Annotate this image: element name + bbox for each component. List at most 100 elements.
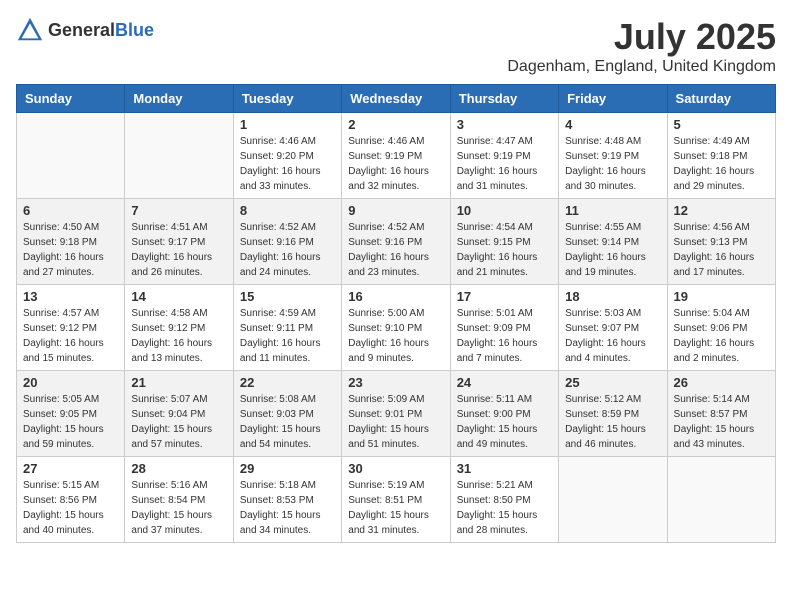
day-info: Sunrise: 5:03 AM Sunset: 9:07 PM Dayligh… bbox=[565, 306, 660, 366]
day-info: Sunrise: 4:54 AM Sunset: 9:15 PM Dayligh… bbox=[457, 220, 552, 280]
calendar-cell: 13 Sunrise: 4:57 AM Sunset: 9:12 PM Dayli… bbox=[17, 285, 125, 371]
day-number: 9 bbox=[348, 203, 443, 218]
day-number: 3 bbox=[457, 117, 552, 132]
day-number: 29 bbox=[240, 461, 335, 476]
week-row-3: 13 Sunrise: 4:57 AM Sunset: 9:12 PM Dayli… bbox=[17, 285, 776, 371]
day-info: Sunrise: 4:49 AM Sunset: 9:18 PM Dayligh… bbox=[674, 134, 769, 194]
week-row-5: 27 Sunrise: 5:15 AM Sunset: 8:56 PM Dayli… bbox=[17, 457, 776, 543]
day-number: 28 bbox=[131, 461, 226, 476]
day-number: 26 bbox=[674, 375, 769, 390]
month-title: July 2025 bbox=[507, 16, 776, 58]
day-info: Sunrise: 4:52 AM Sunset: 9:16 PM Dayligh… bbox=[348, 220, 443, 280]
day-info: Sunrise: 5:08 AM Sunset: 9:03 PM Dayligh… bbox=[240, 392, 335, 452]
calendar-cell: 29 Sunrise: 5:18 AM Sunset: 8:53 PM Dayli… bbox=[233, 457, 341, 543]
calendar-cell: 15Sunrise: 4:59 AM Sunset: 9:11 PM Dayli… bbox=[233, 285, 341, 371]
day-header-wednesday: Wednesday bbox=[342, 85, 450, 113]
day-header-sunday: Sunday bbox=[17, 85, 125, 113]
day-number: 2 bbox=[348, 117, 443, 132]
day-info: Sunrise: 4:56 AM Sunset: 9:13 PM Dayligh… bbox=[674, 220, 769, 280]
day-number: 8 bbox=[240, 203, 335, 218]
day-number: 25 bbox=[565, 375, 660, 390]
calendar-cell: 18 Sunrise: 5:03 AM Sunset: 9:07 PM Dayli… bbox=[559, 285, 667, 371]
day-number: 11 bbox=[565, 203, 660, 218]
day-info: Sunrise: 5:21 AM Sunset: 8:50 PM Dayligh… bbox=[457, 478, 552, 538]
calendar-cell: 28 Sunrise: 5:16 AM Sunset: 8:54 PM Dayli… bbox=[125, 457, 233, 543]
day-info: Sunrise: 4:46 AM Sunset: 9:20 PM Dayligh… bbox=[240, 134, 335, 194]
day-number: 13 bbox=[23, 289, 118, 304]
day-number: 18 bbox=[565, 289, 660, 304]
calendar-cell bbox=[17, 113, 125, 199]
day-number: 21 bbox=[131, 375, 226, 390]
day-number: 23 bbox=[348, 375, 443, 390]
calendar-cell: 4Sunrise: 4:48 AM Sunset: 9:19 PM Daylig… bbox=[559, 113, 667, 199]
calendar-cell: 16Sunrise: 5:00 AM Sunset: 9:10 PM Dayli… bbox=[342, 285, 450, 371]
day-info: Sunrise: 5:11 AM Sunset: 9:00 PM Dayligh… bbox=[457, 392, 552, 452]
calendar-cell: 11 Sunrise: 4:55 AM Sunset: 9:14 PM Dayli… bbox=[559, 199, 667, 285]
day-number: 22 bbox=[240, 375, 335, 390]
day-number: 5 bbox=[674, 117, 769, 132]
day-info: Sunrise: 4:50 AM Sunset: 9:18 PM Dayligh… bbox=[23, 220, 118, 280]
day-info: Sunrise: 4:52 AM Sunset: 9:16 PM Dayligh… bbox=[240, 220, 335, 280]
calendar-cell: 5 Sunrise: 4:49 AM Sunset: 9:18 PM Daylig… bbox=[667, 113, 775, 199]
week-row-2: 6Sunrise: 4:50 AM Sunset: 9:18 PM Daylig… bbox=[17, 199, 776, 285]
calendar-cell: 19 Sunrise: 5:04 AM Sunset: 9:06 PM Dayli… bbox=[667, 285, 775, 371]
calendar-cell: 2Sunrise: 4:46 AM Sunset: 9:19 PM Daylig… bbox=[342, 113, 450, 199]
day-info: Sunrise: 4:47 AM Sunset: 9:19 PM Dayligh… bbox=[457, 134, 552, 194]
day-number: 1 bbox=[240, 117, 335, 132]
calendar-cell: 20 Sunrise: 5:05 AM Sunset: 9:05 PM Dayli… bbox=[17, 371, 125, 457]
calendar-cell: 25 Sunrise: 5:12 AM Sunset: 8:59 PM Dayli… bbox=[559, 371, 667, 457]
day-info: Sunrise: 4:59 AM Sunset: 9:11 PM Dayligh… bbox=[240, 306, 335, 366]
day-info: Sunrise: 5:04 AM Sunset: 9:06 PM Dayligh… bbox=[674, 306, 769, 366]
calendar-cell bbox=[667, 457, 775, 543]
location-title: Dagenham, England, United Kingdom bbox=[507, 58, 776, 76]
day-number: 12 bbox=[674, 203, 769, 218]
day-number: 27 bbox=[23, 461, 118, 476]
day-info: Sunrise: 5:19 AM Sunset: 8:51 PM Dayligh… bbox=[348, 478, 443, 538]
day-info: Sunrise: 4:57 AM Sunset: 9:12 PM Dayligh… bbox=[23, 306, 118, 366]
calendar-cell: 30Sunrise: 5:19 AM Sunset: 8:51 PM Dayli… bbox=[342, 457, 450, 543]
day-info: Sunrise: 4:58 AM Sunset: 9:12 PM Dayligh… bbox=[131, 306, 226, 366]
title-area: July 2025 Dagenham, England, United King… bbox=[507, 16, 776, 76]
day-info: Sunrise: 5:05 AM Sunset: 9:05 PM Dayligh… bbox=[23, 392, 118, 452]
calendar-cell: 3 Sunrise: 4:47 AM Sunset: 9:19 PM Daylig… bbox=[450, 113, 558, 199]
day-number: 24 bbox=[457, 375, 552, 390]
calendar-cell: 31Sunrise: 5:21 AM Sunset: 8:50 PM Dayli… bbox=[450, 457, 558, 543]
calendar-cell bbox=[125, 113, 233, 199]
week-row-4: 20 Sunrise: 5:05 AM Sunset: 9:05 PM Dayli… bbox=[17, 371, 776, 457]
day-info: Sunrise: 5:18 AM Sunset: 8:53 PM Dayligh… bbox=[240, 478, 335, 538]
calendar-cell: 23Sunrise: 5:09 AM Sunset: 9:01 PM Dayli… bbox=[342, 371, 450, 457]
day-info: Sunrise: 4:51 AM Sunset: 9:17 PM Dayligh… bbox=[131, 220, 226, 280]
calendar-cell: 1 Sunrise: 4:46 AM Sunset: 9:20 PM Daylig… bbox=[233, 113, 341, 199]
calendar-cell: 22 Sunrise: 5:08 AM Sunset: 9:03 PM Dayli… bbox=[233, 371, 341, 457]
calendar-cell: 8 Sunrise: 4:52 AM Sunset: 9:16 PM Daylig… bbox=[233, 199, 341, 285]
day-number: 20 bbox=[23, 375, 118, 390]
day-number: 14 bbox=[131, 289, 226, 304]
calendar-cell: 21 Sunrise: 5:07 AM Sunset: 9:04 PM Dayli… bbox=[125, 371, 233, 457]
calendar-cell: 6Sunrise: 4:50 AM Sunset: 9:18 PM Daylig… bbox=[17, 199, 125, 285]
day-info: Sunrise: 5:12 AM Sunset: 8:59 PM Dayligh… bbox=[565, 392, 660, 452]
calendar-cell: 17Sunrise: 5:01 AM Sunset: 9:09 PM Dayli… bbox=[450, 285, 558, 371]
logo-icon bbox=[16, 16, 44, 44]
day-header-saturday: Saturday bbox=[667, 85, 775, 113]
day-info: Sunrise: 5:14 AM Sunset: 8:57 PM Dayligh… bbox=[674, 392, 769, 452]
day-header-monday: Monday bbox=[125, 85, 233, 113]
calendar-cell: 10 Sunrise: 4:54 AM Sunset: 9:15 PM Dayli… bbox=[450, 199, 558, 285]
calendar-cell bbox=[559, 457, 667, 543]
calendar-cell: 26 Sunrise: 5:14 AM Sunset: 8:57 PM Dayli… bbox=[667, 371, 775, 457]
day-info: Sunrise: 4:55 AM Sunset: 9:14 PM Dayligh… bbox=[565, 220, 660, 280]
day-number: 4 bbox=[565, 117, 660, 132]
day-header-tuesday: Tuesday bbox=[233, 85, 341, 113]
day-number: 7 bbox=[131, 203, 226, 218]
calendar-cell: 7 Sunrise: 4:51 AM Sunset: 9:17 PM Daylig… bbox=[125, 199, 233, 285]
calendar-cell: 24 Sunrise: 5:11 AM Sunset: 9:00 PM Dayli… bbox=[450, 371, 558, 457]
logo: GeneralBlue bbox=[16, 16, 154, 44]
day-header-thursday: Thursday bbox=[450, 85, 558, 113]
day-number: 19 bbox=[674, 289, 769, 304]
day-info: Sunrise: 5:07 AM Sunset: 9:04 PM Dayligh… bbox=[131, 392, 226, 452]
week-row-1: 1 Sunrise: 4:46 AM Sunset: 9:20 PM Daylig… bbox=[17, 113, 776, 199]
day-number: 10 bbox=[457, 203, 552, 218]
logo-blue: Blue bbox=[115, 20, 154, 40]
logo-general: General bbox=[48, 20, 115, 40]
day-info: Sunrise: 5:15 AM Sunset: 8:56 PM Dayligh… bbox=[23, 478, 118, 538]
day-info: Sunrise: 5:16 AM Sunset: 8:54 PM Dayligh… bbox=[131, 478, 226, 538]
